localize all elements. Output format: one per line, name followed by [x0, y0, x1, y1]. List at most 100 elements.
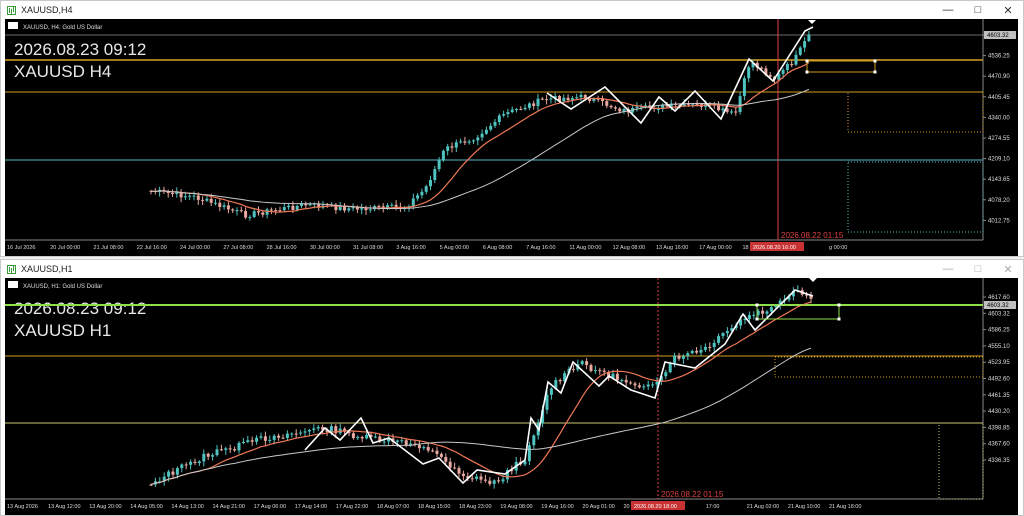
- candle-body: [197, 461, 201, 464]
- candle-body: [454, 142, 458, 148]
- event-vertical-label: 2026.08.22 01:15: [781, 231, 844, 240]
- price-tick-label: 4586.25: [988, 328, 1010, 334]
- close-icon[interactable]: ✕: [993, 263, 1023, 276]
- time-tick-label: 24 Jul 00:00: [180, 245, 210, 251]
- candle-body: [752, 314, 756, 316]
- candles-group: [149, 285, 813, 489]
- candle-body: [356, 436, 360, 439]
- candle-body: [461, 473, 465, 477]
- close-icon[interactable]: ✕: [993, 4, 1023, 17]
- candle-body: [695, 103, 699, 105]
- candle-body: [585, 361, 589, 366]
- candle-body: [239, 210, 243, 212]
- candle-body: [472, 140, 475, 142]
- price-tick-label: 4367.60: [988, 442, 1010, 448]
- price-tick-label: 4336.35: [988, 458, 1010, 464]
- candle-body: [261, 212, 265, 215]
- candle-body: [441, 150, 445, 161]
- candle-body: [400, 440, 404, 442]
- price-tick-label: 4274.55: [988, 136, 1010, 142]
- candle-body: [265, 209, 269, 215]
- candle-body: [300, 203, 303, 206]
- time-tick-label: 17:00: [706, 504, 720, 510]
- candle-body: [629, 382, 633, 384]
- chart-window-h4[interactable]: XAUUSD,H4 — □ ✕ XAUUSD, H4: Gold US Doll…: [0, 0, 1024, 257]
- candle-body: [196, 195, 200, 200]
- candle-body: [765, 311, 769, 314]
- candle-body: [255, 437, 259, 442]
- chart-window-icon: [7, 264, 16, 274]
- candle-body: [417, 444, 421, 449]
- projection-handle: [755, 303, 759, 307]
- window-titlebar[interactable]: XAUUSD,H1 — □ ✕: [1, 260, 1023, 278]
- candle-body: [717, 336, 721, 343]
- candle-body: [424, 186, 428, 192]
- projection-handle: [805, 70, 809, 74]
- price-chart-h1[interactable]: XAUUSD, H1: Gold US Dollar 2026.08.23 09…: [5, 278, 1018, 515]
- candle-body: [246, 440, 250, 443]
- candle-body: [459, 141, 463, 143]
- candle-body: [747, 67, 751, 79]
- price-chart-h4[interactable]: XAUUSD, H4: Gold US Dollar 2026.08.23 09…: [5, 19, 1018, 256]
- candle-body: [470, 478, 474, 480]
- price-tick-label: 4555.10: [988, 344, 1010, 350]
- candle-body: [589, 365, 593, 372]
- candle-body: [167, 471, 171, 477]
- time-tick-label: 21 Aug 02:00: [747, 504, 779, 510]
- chart-canvas-h4[interactable]: XAUUSD, H4: Gold US Dollar 2026.08.23 09…: [5, 19, 1018, 256]
- candle-body: [457, 468, 461, 474]
- candle-body: [193, 461, 197, 464]
- maximize-icon[interactable]: □: [963, 4, 993, 16]
- minimize-icon[interactable]: —: [933, 4, 963, 16]
- time-tick-label: 28 Jul 16:00: [267, 245, 297, 251]
- candle-body: [188, 195, 192, 197]
- candle-body: [411, 198, 415, 207]
- maximize-icon[interactable]: □: [963, 263, 993, 275]
- time-tick-label: 5 Aug 00:00: [440, 245, 469, 251]
- candle-body: [272, 435, 276, 440]
- candle-body: [228, 448, 232, 450]
- event-vertical-label: 2026.08.22 01:15: [661, 490, 724, 499]
- candle-body: [439, 453, 443, 457]
- candle-body: [241, 442, 245, 444]
- candle-body: [360, 208, 364, 210]
- candle-body: [479, 476, 483, 480]
- candle-body: [677, 355, 681, 359]
- candle-body: [781, 70, 785, 74]
- candle-body: [673, 355, 677, 363]
- candle-body: [519, 109, 523, 111]
- candle-body: [259, 436, 263, 438]
- candle-body: [620, 379, 624, 381]
- candle-body: [215, 449, 219, 456]
- chart-canvas-h1[interactable]: XAUUSD, H1: Gold US Dollar 2026.08.23 09…: [5, 278, 1018, 515]
- time-tick-label: 14 Aug 21:00: [213, 504, 245, 510]
- candle-body: [343, 206, 346, 211]
- window-titlebar[interactable]: XAUUSD,H4 — □ ✕: [1, 1, 1023, 19]
- candle-body: [287, 205, 291, 208]
- candle-body: [274, 210, 278, 212]
- time-tick-label: 30 Jul 00:00: [310, 245, 340, 251]
- minimize-icon[interactable]: —: [933, 263, 963, 275]
- candle-body: [566, 97, 570, 101]
- price-tick-label: 4340.00: [988, 115, 1010, 121]
- candle-body: [295, 205, 299, 210]
- candle-body: [422, 447, 426, 449]
- candle-body: [609, 105, 613, 108]
- candle-body: [214, 202, 217, 204]
- candle-body: [493, 121, 497, 126]
- time-tick-label: 21 Aug 18:00: [829, 504, 861, 510]
- price-tick-label: 4492.60: [988, 377, 1010, 383]
- candle-body: [708, 346, 712, 348]
- time-tick-label: 19 Aug 08:00: [500, 504, 532, 510]
- candle-body: [250, 440, 254, 442]
- candle-body: [377, 206, 381, 208]
- dotted-zone: [938, 422, 984, 500]
- candle-body: [527, 103, 531, 108]
- chart-window-h1[interactable]: XAUUSD,H1 — □ ✕ XAUUSD, H1: Gold US Doll…: [0, 259, 1024, 516]
- candle-body: [429, 180, 432, 187]
- price-tick-label: 4523.95: [988, 360, 1010, 366]
- time-tick-label: 18 Aug 15:00: [418, 504, 450, 510]
- candle-body: [489, 125, 493, 130]
- projection-handle: [837, 317, 841, 321]
- candle-body: [395, 440, 399, 442]
